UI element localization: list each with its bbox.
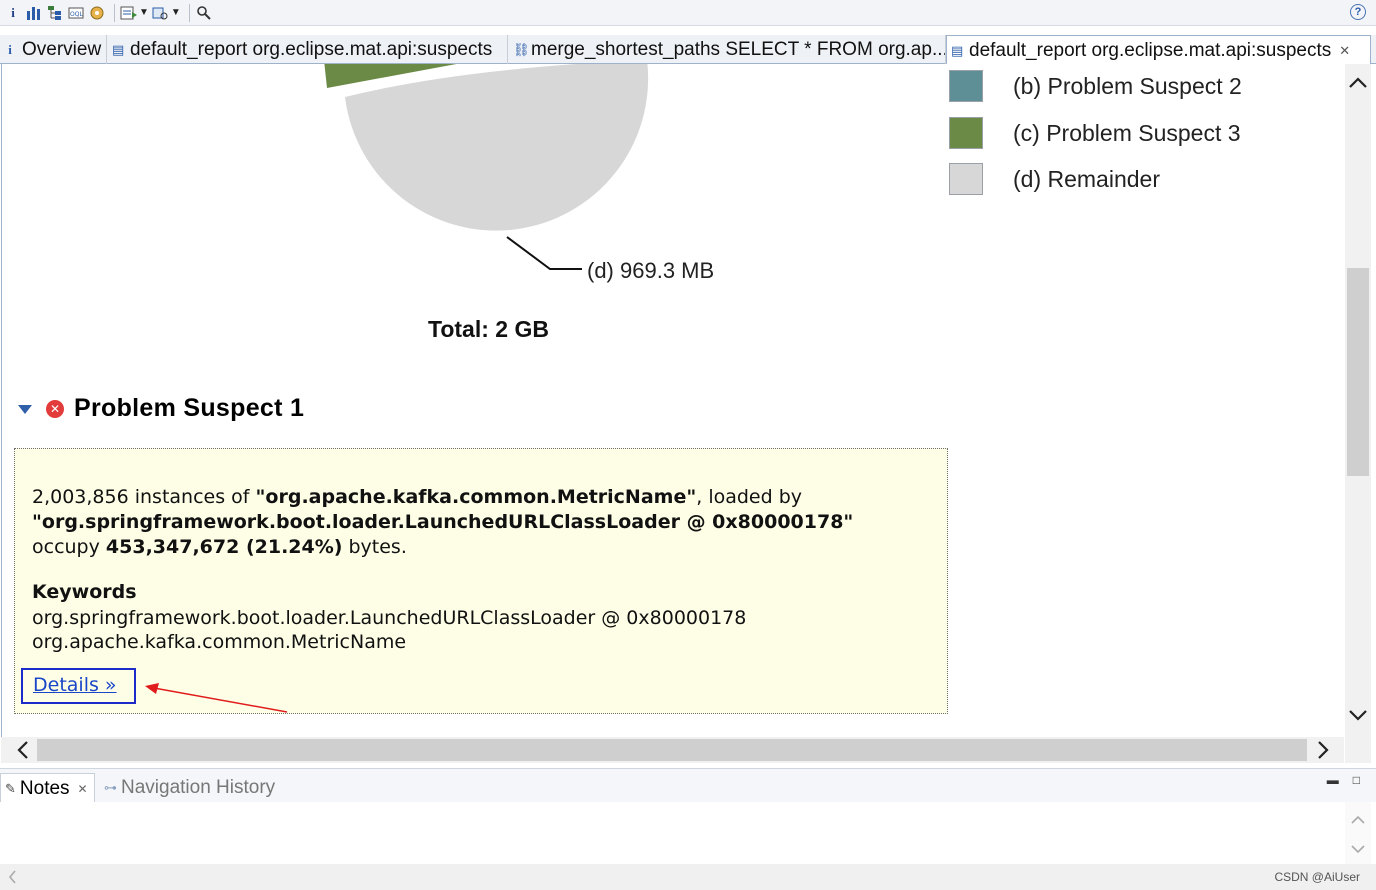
notes-vertical-scrollbar[interactable] bbox=[1345, 802, 1371, 864]
desc-text: occupy bbox=[32, 536, 106, 558]
tab-notes[interactable]: ✎ Notes ✕ bbox=[0, 773, 95, 803]
details-highlight: Details » bbox=[21, 668, 136, 704]
notes-text-area[interactable] bbox=[0, 802, 1344, 864]
histogram-icon[interactable] bbox=[25, 3, 43, 23]
paths-icon: ⛓ bbox=[513, 41, 530, 57]
bottom-view-tabs: ✎ Notes ✕ ⊶ Navigation History ▬ □ bbox=[0, 768, 1376, 803]
watermark-credit: CSDN @AiUser bbox=[1274, 870, 1360, 884]
oql-icon[interactable]: OQL bbox=[67, 3, 85, 23]
dominator-tree-icon[interactable] bbox=[46, 3, 64, 23]
search-icon[interactable] bbox=[195, 3, 213, 23]
tab-label: default_report org.eclipse.mat.api:suspe… bbox=[969, 39, 1332, 61]
legend-swatch bbox=[949, 70, 983, 102]
keyword-item: org.apache.kafka.common.MetricName bbox=[32, 631, 407, 653]
tab-label: Overview bbox=[22, 38, 102, 60]
legend-label: (d) Remainder bbox=[1013, 166, 1160, 192]
suspect-description-box: 2,003,856 instances of "org.apache.kafka… bbox=[14, 448, 948, 714]
tab-label: Notes bbox=[19, 777, 70, 799]
scrollbar-thumb[interactable] bbox=[1347, 268, 1369, 476]
scroll-down-icon[interactable] bbox=[1345, 702, 1371, 730]
info-icon: i bbox=[8, 41, 12, 57]
legend-swatch bbox=[949, 117, 983, 149]
report-icon: ▤ bbox=[951, 42, 964, 58]
desc-retained-bytes: 453,347,672 (21.24%) bbox=[105, 536, 343, 558]
tab-merge-shortest-paths[interactable]: ⛓ merge_shortest_paths SELECT * FROM org… bbox=[509, 35, 946, 64]
details-link[interactable]: Details » bbox=[33, 674, 117, 696]
legend-swatch bbox=[949, 163, 983, 195]
tab-default-report-2[interactable]: ▤ default_report org.eclipse.mat.api:sus… bbox=[946, 35, 1371, 65]
tab-default-report-1[interactable]: ▤ default_report org.eclipse.mat.api:sus… bbox=[108, 35, 508, 64]
tab-label: merge_shortest_paths SELECT * FROM org.a… bbox=[531, 38, 946, 60]
find-object-icon[interactable]: ▼ bbox=[152, 3, 181, 23]
heap-dump-overview-icon[interactable] bbox=[88, 3, 106, 23]
notes-icon: ✎ bbox=[5, 780, 16, 796]
info-icon[interactable]: i bbox=[4, 3, 22, 23]
toolbar-separator bbox=[114, 3, 115, 22]
help-icon[interactable]: ? bbox=[1350, 4, 1366, 20]
scrollbar-thumb[interactable] bbox=[37, 739, 1307, 761]
keyword-item: org.springframework.boot.loader.Launched… bbox=[32, 607, 747, 629]
problem-suspect-header[interactable]: ✕ Problem Suspect 1 bbox=[18, 394, 304, 423]
tab-label: default_report org.eclipse.mat.api:suspe… bbox=[130, 38, 493, 60]
tab-overview[interactable]: i Overview bbox=[0, 35, 107, 64]
legend-label: (b) Problem Suspect 2 bbox=[1013, 73, 1242, 99]
tab-label: Navigation History bbox=[121, 777, 276, 798]
view-controls: ▬ □ bbox=[1327, 773, 1360, 787]
scroll-up-icon[interactable] bbox=[1345, 68, 1371, 96]
desc-class-name: "org.apache.kafka.common.MetricName" bbox=[255, 486, 697, 508]
vertical-scrollbar[interactable] bbox=[1345, 64, 1371, 737]
maximize-icon[interactable]: □ bbox=[1353, 773, 1360, 787]
error-icon: ✕ bbox=[46, 399, 64, 418]
report-icon: ▤ bbox=[112, 41, 125, 57]
minimize-icon[interactable]: ▬ bbox=[1327, 773, 1339, 787]
desc-text: bytes. bbox=[342, 536, 407, 558]
notes-horizontal-scrollbar[interactable] bbox=[0, 864, 1376, 890]
desc-text: 2,003,856 instances of bbox=[32, 486, 256, 508]
close-icon[interactable]: ✕ bbox=[78, 782, 88, 796]
toolbar-separator bbox=[188, 3, 190, 22]
chevron-down-icon[interactable]: ▼ bbox=[139, 7, 149, 18]
pie-slice-remainder bbox=[345, 64, 649, 231]
desc-text: , loaded by bbox=[696, 486, 803, 508]
scroll-left-icon[interactable] bbox=[2, 864, 22, 890]
suspect-description: 2,003,856 instances of "org.apache.kafka… bbox=[32, 485, 932, 560]
horizontal-scrollbar[interactable] bbox=[1, 737, 1344, 763]
pie-slice-label: (d) 969.3 MB bbox=[587, 258, 715, 283]
scroll-left-icon[interactable] bbox=[5, 737, 39, 763]
history-tree-icon: ⊶ bbox=[104, 780, 117, 795]
svg-text:OQL: OQL bbox=[70, 11, 83, 18]
keywords-heading: Keywords bbox=[32, 581, 137, 603]
main-toolbar: i OQL ▼ ▼ ? bbox=[0, 0, 1376, 26]
scroll-right-icon[interactable] bbox=[1307, 737, 1341, 763]
chart-title: Total: 2 GB bbox=[428, 316, 549, 342]
tab-navigation-history[interactable]: ⊶ Navigation History bbox=[104, 773, 275, 803]
report-content: (d) 969.3 MB Total: 2 GB (b) Problem Sus… bbox=[1, 64, 1344, 737]
query-browser-icon[interactable]: ▼ bbox=[120, 3, 149, 23]
desc-classloader: "org.springframework.boot.loader.Launche… bbox=[32, 511, 854, 533]
scroll-down-icon[interactable] bbox=[1345, 834, 1371, 864]
editor-tabs: i Overview ▤ default_report org.eclipse.… bbox=[0, 35, 1376, 65]
chevron-down-icon[interactable]: ▼ bbox=[171, 7, 181, 18]
pie-leader-line bbox=[506, 236, 582, 270]
close-icon[interactable]: ✕ bbox=[1339, 43, 1350, 59]
scroll-corner bbox=[1345, 737, 1371, 763]
collapse-triangle-icon[interactable] bbox=[18, 405, 32, 414]
section-title: Problem Suspect 1 bbox=[74, 394, 305, 422]
legend-label: (c) Problem Suspect 3 bbox=[1013, 120, 1241, 146]
scroll-up-icon[interactable] bbox=[1345, 804, 1371, 834]
